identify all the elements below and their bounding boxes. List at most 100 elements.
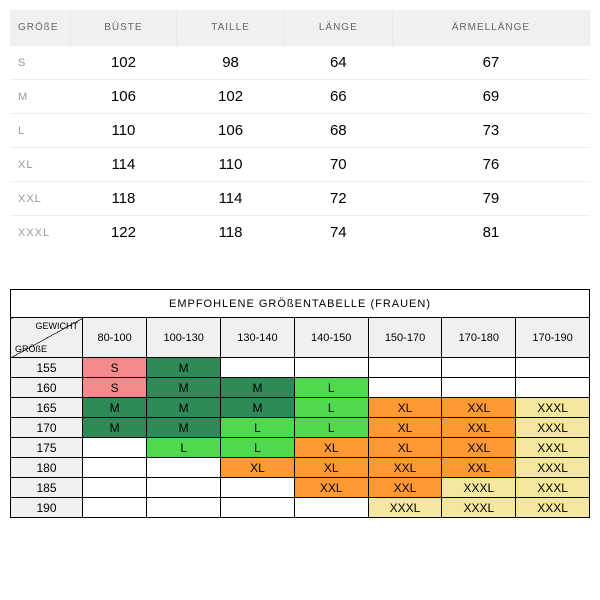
value-cell: 73	[392, 114, 589, 148]
value-cell: 106	[177, 114, 284, 148]
value-cell: 76	[392, 148, 589, 182]
size-table: GRÖßEBÜSTETAILLELÄNGEÄRMELLÄNGE S1029864…	[10, 10, 590, 249]
value-cell: 122	[70, 216, 177, 250]
empty-cell	[147, 498, 221, 518]
size-cell: XXXL	[10, 216, 70, 250]
value-cell: 118	[177, 216, 284, 250]
size-cell: XXL	[10, 182, 70, 216]
size-table-header-row: GRÖßEBÜSTETAILLELÄNGEÄRMELLÄNGE	[10, 10, 590, 46]
size-cell: S	[83, 358, 147, 378]
value-cell: 110	[177, 148, 284, 182]
empty-cell	[147, 478, 221, 498]
size-cell: XXXL	[516, 438, 590, 458]
size-cell: XXXL	[442, 478, 516, 498]
size-cell: XXXL	[516, 398, 590, 418]
table-row: 155SM	[11, 358, 590, 378]
rec-header-row: GEWICHT GRÖßE 80-100100-130130-140140-15…	[11, 318, 590, 358]
table-row: 165MMMLXLXXLXXXL	[11, 398, 590, 418]
table-row: M1061026669	[10, 80, 590, 114]
size-cell: M	[221, 378, 295, 398]
size-cell: XXL	[368, 478, 442, 498]
value-cell: 67	[392, 46, 589, 80]
value-cell: 70	[284, 148, 392, 182]
size-cell: XXL	[368, 458, 442, 478]
size-cell: XXL	[442, 398, 516, 418]
empty-cell	[83, 438, 147, 458]
size-cell: M	[83, 398, 147, 418]
size-cell: XL	[10, 148, 70, 182]
value-cell: 72	[284, 182, 392, 216]
size-cell: XXL	[442, 418, 516, 438]
weight-header: 80-100	[83, 318, 147, 358]
size-cell: L	[221, 418, 295, 438]
size-cell: S	[83, 378, 147, 398]
value-cell: 81	[392, 216, 589, 250]
table-row: XXL1181147279	[10, 182, 590, 216]
table-row: 170MMLLXLXXLXXXL	[11, 418, 590, 438]
rec-title: EMPFOHLENE GRÖßENTABELLE (FRAUEN)	[11, 290, 590, 318]
empty-cell	[83, 478, 147, 498]
empty-cell	[516, 378, 590, 398]
size-cell: M	[147, 398, 221, 418]
empty-cell	[83, 458, 147, 478]
weight-header: 170-180	[442, 318, 516, 358]
height-header: 185	[11, 478, 83, 498]
size-cell: L	[221, 438, 295, 458]
value-cell: 68	[284, 114, 392, 148]
empty-cell	[294, 358, 368, 378]
empty-cell	[442, 378, 516, 398]
size-cell: XL	[368, 398, 442, 418]
empty-cell	[294, 498, 368, 518]
value-cell: 66	[284, 80, 392, 114]
size-cell: L	[10, 114, 70, 148]
value-cell: 74	[284, 216, 392, 250]
table-row: XL1141107076	[10, 148, 590, 182]
value-cell: 110	[70, 114, 177, 148]
recommended-size-table: EMPFOHLENE GRÖßENTABELLE (FRAUEN) GEWICH…	[10, 289, 590, 518]
table-row: XXXL1221187481	[10, 216, 590, 250]
size-cell: L	[294, 398, 368, 418]
size-cell: XXXL	[516, 458, 590, 478]
size-cell: XL	[221, 458, 295, 478]
empty-cell	[368, 378, 442, 398]
height-header: 190	[11, 498, 83, 518]
diag-header: GEWICHT GRÖßE	[11, 318, 83, 358]
height-header: 160	[11, 378, 83, 398]
weight-label: GEWICHT	[36, 321, 79, 331]
size-cell: XXL	[442, 458, 516, 478]
col-büste: BÜSTE	[70, 10, 177, 46]
size-cell: M	[83, 418, 147, 438]
height-header: 165	[11, 398, 83, 418]
size-cell: XL	[294, 438, 368, 458]
size-cell: XXXL	[368, 498, 442, 518]
value-cell: 106	[70, 80, 177, 114]
size-cell: XL	[294, 458, 368, 478]
col-länge: LÄNGE	[284, 10, 392, 46]
empty-cell	[221, 358, 295, 378]
value-cell: 64	[284, 46, 392, 80]
empty-cell	[442, 358, 516, 378]
height-label: GRÖßE	[15, 344, 47, 354]
height-header: 155	[11, 358, 83, 378]
weight-header: 170-190	[516, 318, 590, 358]
rec-title-row: EMPFOHLENE GRÖßENTABELLE (FRAUEN)	[11, 290, 590, 318]
value-cell: 98	[177, 46, 284, 80]
size-cell: M	[147, 358, 221, 378]
size-cell: L	[294, 418, 368, 438]
size-cell: L	[147, 438, 221, 458]
value-cell: 114	[70, 148, 177, 182]
height-header: 175	[11, 438, 83, 458]
empty-cell	[516, 358, 590, 378]
value-cell: 102	[70, 46, 177, 80]
table-row: L1101066873	[10, 114, 590, 148]
col-size: GRÖßE	[10, 10, 70, 46]
size-cell: XXXL	[516, 478, 590, 498]
col-ärmellänge: ÄRMELLÄNGE	[392, 10, 589, 46]
table-row: 160SMML	[11, 378, 590, 398]
table-row: 190XXXLXXXLXXXL	[11, 498, 590, 518]
col-taille: TAILLE	[177, 10, 284, 46]
size-cell: XXXL	[442, 498, 516, 518]
value-cell: 102	[177, 80, 284, 114]
height-header: 180	[11, 458, 83, 478]
size-cell: L	[294, 378, 368, 398]
